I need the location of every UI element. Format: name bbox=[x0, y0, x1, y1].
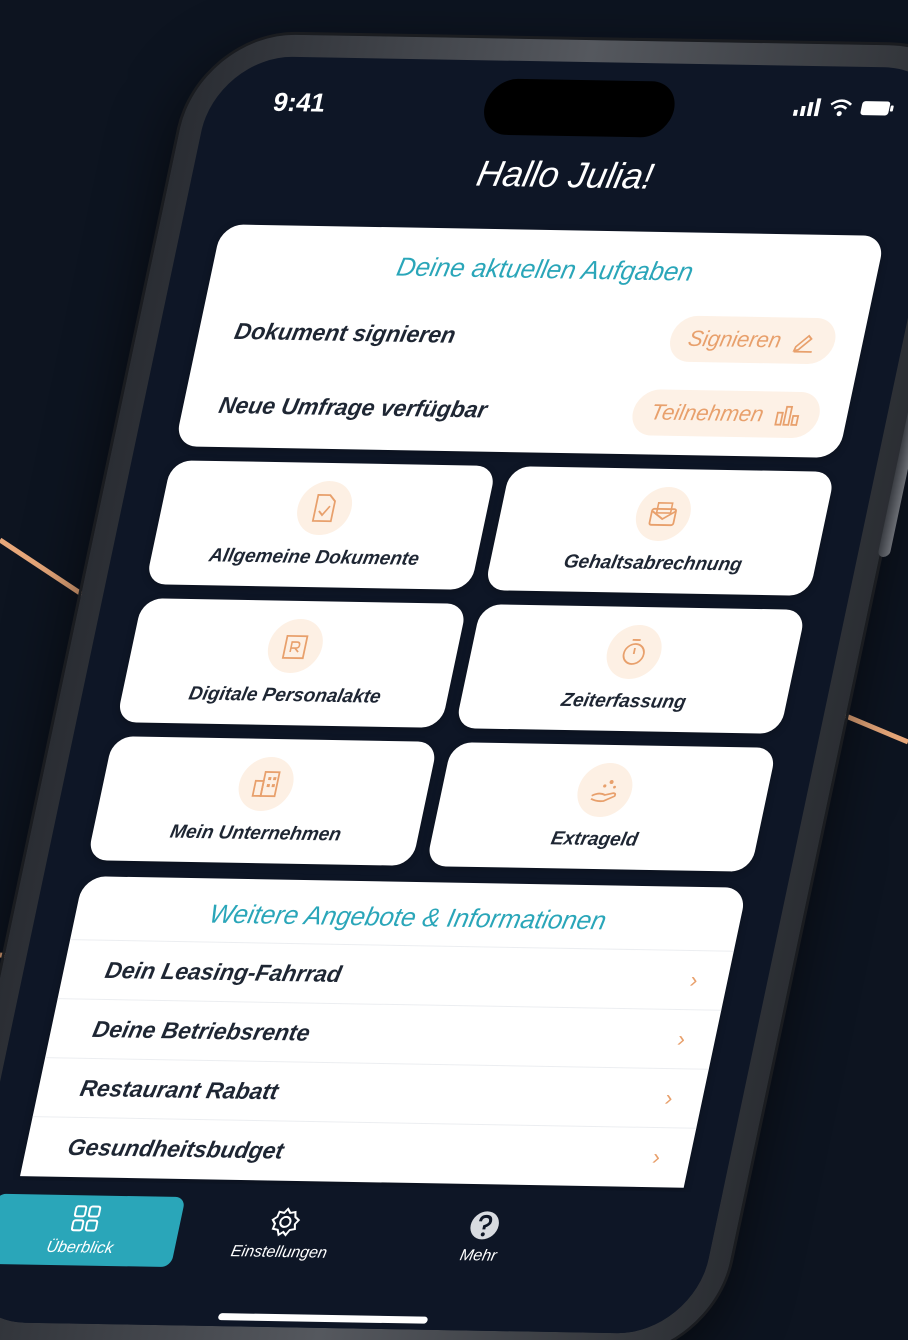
tile-icon-background bbox=[630, 486, 696, 542]
tile-my-company[interactable]: Mein Unternehmen bbox=[86, 736, 439, 866]
feature-tiles: Allgemeine Dokumente Gehaltsabrechnung D… bbox=[86, 460, 836, 872]
offer-row-health-budget[interactable]: Gesundheitsbudget › bbox=[20, 1116, 697, 1187]
tile-icon-background bbox=[291, 480, 358, 536]
tile-label: Zeiterfassung bbox=[559, 689, 688, 714]
tab-settings[interactable]: Einstellungen bbox=[181, 1197, 385, 1270]
task-label: Dokument signieren bbox=[232, 317, 459, 348]
greeting-title: Hallo Julia! bbox=[473, 152, 658, 197]
tile-extra-money[interactable]: Extrageld bbox=[425, 742, 777, 872]
wifi-icon bbox=[830, 99, 853, 117]
chevron-right-icon: › bbox=[662, 1085, 676, 1111]
tile-label: Digitale Personalakte bbox=[186, 683, 383, 708]
task-row-sign: Dokument signieren Signieren bbox=[191, 293, 870, 379]
tile-icon-background bbox=[233, 756, 299, 812]
status-icons bbox=[792, 98, 896, 118]
tile-label: Gehaltsabrechnung bbox=[561, 551, 744, 576]
pencil-icon bbox=[792, 334, 813, 353]
tab-bar: Überblick Einstellungen Mehr bbox=[0, 1179, 723, 1335]
tab-overview[interactable]: Überblick bbox=[0, 1193, 186, 1268]
status-time: 9:41 bbox=[270, 86, 329, 118]
task-label: Neue Umfrage verfügbar bbox=[216, 391, 490, 423]
dynamic-island bbox=[478, 78, 680, 138]
signal-icon bbox=[792, 98, 822, 117]
tile-icon-background bbox=[601, 624, 667, 680]
tile-label: Allgemeine Dokumente bbox=[207, 545, 421, 570]
offers-card: Weitere Angebote & Informationen Dein Le… bbox=[20, 876, 748, 1188]
gear-icon bbox=[271, 1207, 301, 1237]
tile-personnel-file[interactable]: Digitale Personalakte bbox=[116, 598, 468, 728]
building-icon bbox=[251, 771, 281, 798]
bar-chart-icon bbox=[774, 405, 800, 426]
document-check-icon bbox=[311, 493, 337, 523]
hand-coins-icon bbox=[590, 780, 617, 803]
personnel-file-icon bbox=[281, 634, 309, 660]
sign-button-label: Signieren bbox=[685, 325, 784, 353]
envelope-icon bbox=[648, 502, 677, 527]
chevron-right-icon: › bbox=[687, 967, 701, 993]
offers-heading: Weitere Angebote & Informationen bbox=[206, 898, 610, 936]
tile-label: Mein Unternehmen bbox=[168, 821, 344, 846]
help-icon bbox=[470, 1211, 499, 1240]
home-indicator bbox=[217, 1313, 429, 1324]
tile-icon-background bbox=[572, 762, 638, 818]
phone-screen: 9:41 Hallo Julia! Deine aktuellen Aufgab… bbox=[0, 55, 908, 1335]
offer-label: Gesundheitsbudget bbox=[65, 1133, 287, 1164]
offer-label: Dein Leasing-Fahrrad bbox=[103, 956, 345, 987]
chevron-right-icon: › bbox=[675, 1026, 688, 1052]
sign-button[interactable]: Signieren bbox=[665, 315, 840, 365]
offer-label: Deine Betriebsrente bbox=[90, 1015, 313, 1046]
battery-icon bbox=[860, 101, 894, 116]
tasks-card: Deine aktuellen Aufgaben Dokument signie… bbox=[174, 224, 886, 458]
chevron-right-icon: › bbox=[650, 1144, 663, 1170]
offer-label: Restaurant Rabatt bbox=[78, 1074, 282, 1104]
tile-time-tracking[interactable]: Zeiterfassung bbox=[454, 604, 807, 734]
tile-general-documents[interactable]: Allgemeine Dokumente bbox=[145, 460, 497, 590]
phone: 9:41 Hallo Julia! Deine aktuellen Aufgab… bbox=[0, 33, 908, 1340]
stopwatch-icon bbox=[622, 639, 645, 665]
stage: 9:41 Hallo Julia! Deine aktuellen Aufgab… bbox=[0, 0, 908, 1340]
tab-more[interactable]: Mehr bbox=[380, 1201, 584, 1274]
tab-label: Überblick bbox=[44, 1238, 115, 1257]
task-row-survey: Neue Umfrage verfügbar Teilnehmen bbox=[176, 367, 855, 453]
grid-icon bbox=[70, 1205, 102, 1232]
tasks-heading: Deine aktuellen Aufgaben bbox=[394, 251, 697, 287]
participate-button-label: Teilnehmen bbox=[648, 399, 767, 427]
tile-icon-background bbox=[262, 618, 328, 674]
tile-label: Extrageld bbox=[549, 828, 640, 851]
tab-label: Einstellungen bbox=[229, 1243, 329, 1262]
tile-payroll[interactable]: Gehaltsabrechnung bbox=[484, 466, 836, 596]
tab-label: Mehr bbox=[458, 1247, 499, 1265]
participate-button[interactable]: Teilnehmen bbox=[628, 389, 825, 439]
